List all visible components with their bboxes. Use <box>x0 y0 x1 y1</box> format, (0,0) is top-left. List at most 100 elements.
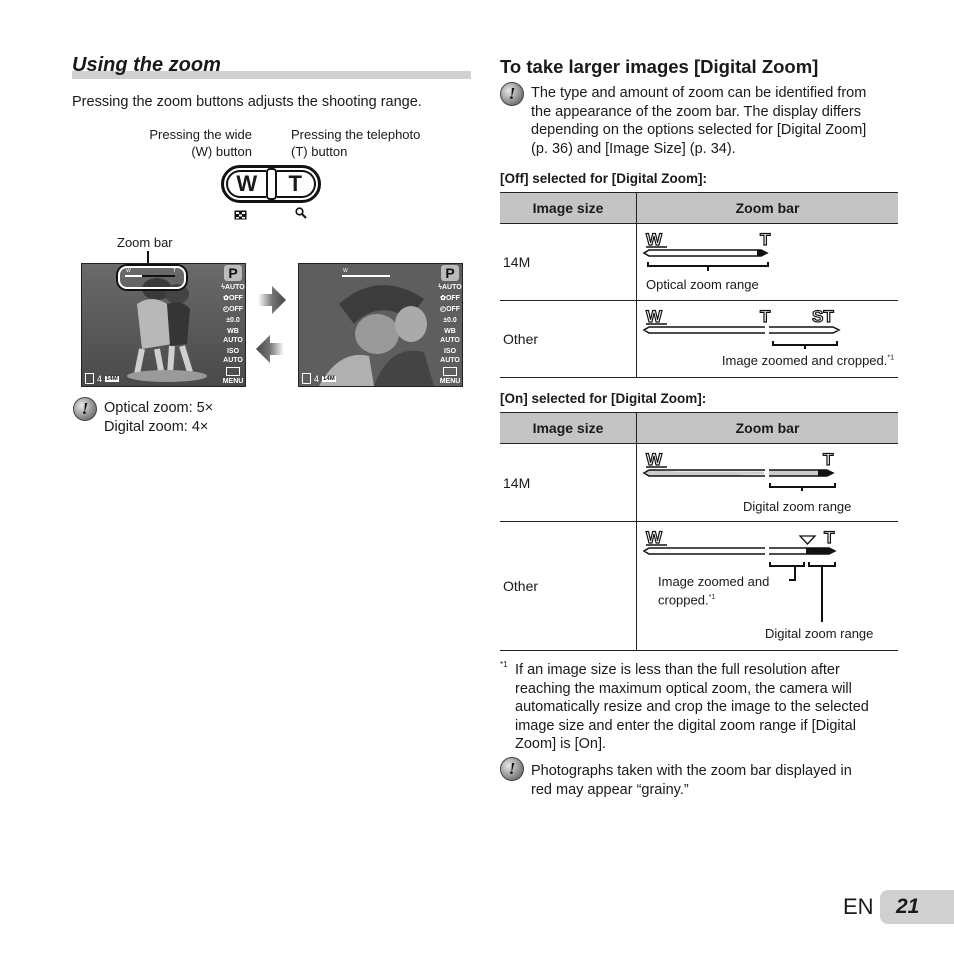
row-zoom-bar: W T ST Image zoomed and cropped.*1 <box>636 300 898 378</box>
col-zoom-bar: Zoom bar <box>636 192 898 224</box>
self-timer-icon: ◴OFF <box>222 306 244 313</box>
mode-p-icon: P <box>224 265 242 281</box>
svg-text:W: W <box>646 307 663 326</box>
tele-screen-preview: W P ϟAUTO ✿OFF ◴OFF ±0.0 WB AUTO ISO AUT… <box>298 263 463 387</box>
wb-icon: WB AUTO <box>440 328 460 344</box>
arrow-right-icon <box>258 286 286 314</box>
footnote-text: If an image size is less than the full r… <box>515 662 869 752</box>
col-image-size: Image size <box>500 192 637 224</box>
zoom-bar-fill <box>342 275 390 277</box>
caution-icon: ! <box>500 757 524 781</box>
crop-range-bracket <box>769 562 805 581</box>
digital-range-bracket <box>808 562 836 622</box>
digital-zoom-marker-icon <box>798 535 817 545</box>
tele-button[interactable]: T <box>276 170 316 198</box>
zoom-w-label: W <box>343 268 348 274</box>
camera-status-icons: P ϟAUTO ✿OFF ◴OFF ±0.0 WB AUTO ISO AUTO … <box>438 265 462 386</box>
off-heading: [Off] selected for [Digital Zoom]: <box>500 171 707 186</box>
table-row: 14M W T Optical zoom range <box>500 223 898 301</box>
exposure-icon: ±0.0 <box>226 317 240 324</box>
tele-button-label: Pressing the telephoto (T) button <box>291 127 421 159</box>
iso-icon: ISO AUTO <box>440 348 460 364</box>
menu-icon: MENU <box>440 367 460 386</box>
menu-icon: MENU <box>223 367 243 386</box>
zoom-bar-fill <box>125 275 142 277</box>
crop-caption: Image zoomed and cropped.*1 <box>658 574 770 608</box>
rocker-divider <box>265 168 277 200</box>
grainy-warning: Photographs taken with the zoom bar disp… <box>531 763 852 798</box>
svg-text:ST: ST <box>812 307 834 326</box>
memory-card-icon <box>302 373 311 384</box>
range-bracket <box>647 262 769 271</box>
digital-zoom-heading: To take larger images [Digital Zoom] <box>500 56 819 77</box>
range-caption: Digital zoom range <box>743 499 852 514</box>
index-view-icon <box>234 207 247 220</box>
table-header-row: Image size Zoom bar <box>500 412 898 444</box>
caution-icon: ! <box>73 397 97 421</box>
svg-text:T: T <box>823 450 834 469</box>
svg-text:T: T <box>824 528 835 547</box>
self-timer-icon: ◴OFF <box>439 306 461 313</box>
digital-zoom-note: The type and amount of zoom can be ident… <box>531 85 867 157</box>
zoom-bar-track <box>642 326 841 334</box>
on-heading: [On] selected for [Digital Zoom]: <box>500 391 707 406</box>
magnify-icon <box>295 206 307 219</box>
row-size: 14M <box>500 223 637 301</box>
memory-card-icon <box>85 373 94 384</box>
range-bracket <box>769 483 836 491</box>
wide-screen-preview: W T P ϟAUTO ✿OFF ◴OFF ±0.0 WB AUTO ISO A… <box>81 263 246 387</box>
shots-remaining: 4 14M <box>85 373 119 384</box>
range-caption: Optical zoom range <box>646 277 759 292</box>
range-bracket <box>772 341 838 349</box>
bar-t-label: T <box>760 230 771 249</box>
intro-text: Pressing the zoom buttons adjusts the sh… <box>72 94 422 110</box>
svg-text:W: W <box>646 450 663 469</box>
image-size-badge: 14M <box>105 375 119 382</box>
digital-range-caption: Digital zoom range <box>765 626 874 641</box>
off-zoom-table: Image size Zoom bar 14M W T Optical zoom… <box>500 192 898 378</box>
on-zoom-table: Image size Zoom bar 14M W T Digital zoom… <box>500 412 898 651</box>
zoom-bar-end <box>757 250 767 256</box>
row-zoom-bar: W T Digital zoom range <box>636 443 898 522</box>
table-row: Other W T Image zoomed and cropped.*1 Di… <box>500 521 898 651</box>
flash-icon: ϟAUTO <box>438 284 462 291</box>
wide-button[interactable]: W <box>226 170 266 198</box>
zoom-bar-track <box>642 249 769 257</box>
zoom-bar-callout-label: Zoom bar <box>117 235 173 250</box>
col-zoom-bar: Zoom bar <box>636 412 898 444</box>
macro-icon: ✿OFF <box>440 295 460 302</box>
exposure-icon: ±0.0 <box>443 317 457 324</box>
col-image-size: Image size <box>500 412 637 444</box>
page-number: 21 <box>880 890 954 924</box>
image-size-badge: 14M <box>322 375 336 382</box>
zoom-w-label: W <box>126 268 131 274</box>
macro-icon: ✿OFF <box>223 295 243 302</box>
table-row: Other W T ST Image zoomed and cropped.*1 <box>500 300 898 378</box>
row-size: 14M <box>500 443 637 522</box>
table-row: 14M W T Digital zoom range <box>500 443 898 522</box>
flash-icon: ϟAUTO <box>221 284 245 291</box>
table-header-row: Image size Zoom bar <box>500 192 898 224</box>
mode-p-icon: P <box>441 265 459 281</box>
svg-text:T: T <box>760 307 771 326</box>
row-size: Other <box>500 521 637 651</box>
iso-icon: ISO AUTO <box>223 348 243 364</box>
svg-text:W: W <box>646 528 663 547</box>
row-zoom-bar: W T Image zoomed and cropped.*1 Digital … <box>636 521 898 651</box>
caution-icon: ! <box>500 82 524 106</box>
wide-button-label: Pressing the wide (W) button <box>149 127 252 159</box>
zoom-spec-note: Optical zoom: 5× Digital zoom: 4× <box>104 400 214 435</box>
section-title: Using the zoom <box>72 54 221 76</box>
bar-w-label: W <box>646 230 663 249</box>
zoom-rocker: W T <box>221 165 321 203</box>
wb-icon: WB AUTO <box>223 328 243 344</box>
range-caption: Image zoomed and cropped.*1 <box>721 353 894 368</box>
language-label: EN <box>843 894 874 919</box>
row-size: Other <box>500 300 637 378</box>
camera-status-icons: P ϟAUTO ✿OFF ◴OFF ±0.0 WB AUTO ISO AUTO … <box>221 265 245 386</box>
row-zoom-bar: W T Optical zoom range <box>636 223 898 301</box>
shots-remaining: 4 14M <box>302 373 336 384</box>
arrow-left-icon <box>256 335 284 363</box>
zoom-t-label: T <box>173 268 177 274</box>
footnote-mark: *1 <box>500 660 508 669</box>
